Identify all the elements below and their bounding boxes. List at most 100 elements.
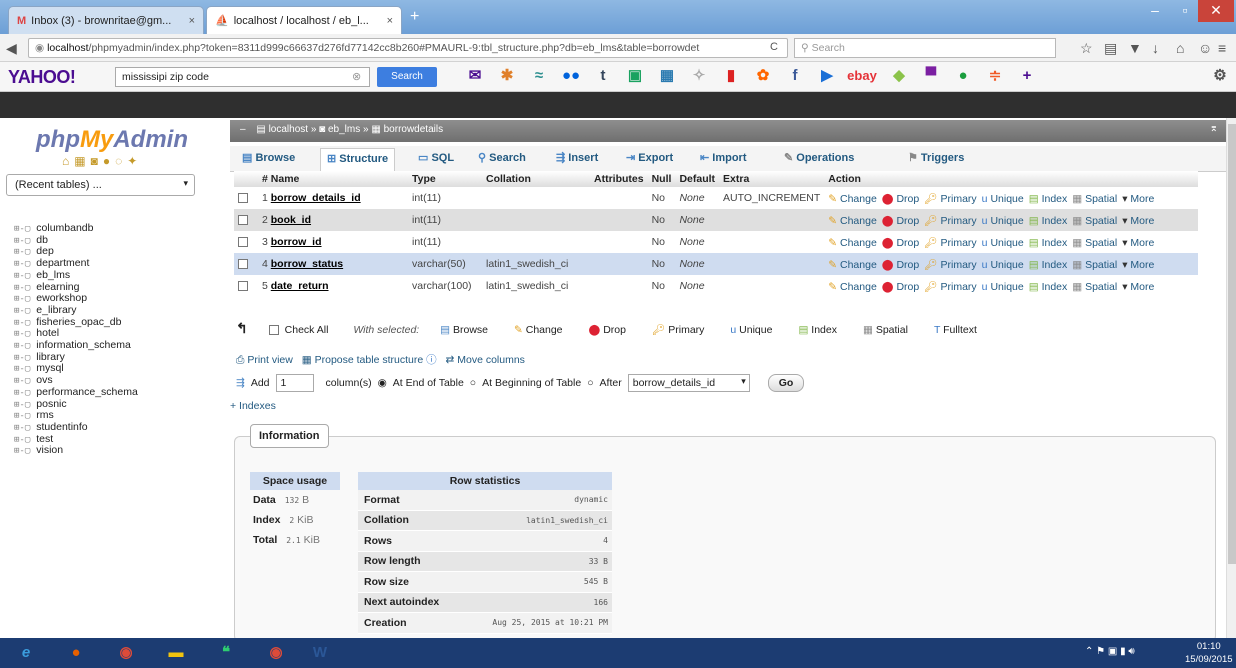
spatial-action[interactable]: ▦ Spatial bbox=[1072, 215, 1117, 227]
row-checkbox[interactable] bbox=[238, 193, 248, 204]
bulk-fulltext-button[interactable]: T Fulltext bbox=[934, 324, 977, 336]
sidebar-db-item[interactable]: ⊞-▢ e_library bbox=[14, 304, 77, 316]
sidebar-db-item[interactable]: ⊞-▢ library bbox=[14, 351, 65, 363]
clock[interactable]: 01:10 15/09/2015 bbox=[1185, 640, 1233, 666]
more-action[interactable]: ▾ More bbox=[1122, 237, 1154, 249]
bulk-drop-button[interactable]: ⬤ Drop bbox=[589, 324, 626, 336]
facebook-icon[interactable]: f bbox=[785, 66, 805, 86]
sidebar-db-item[interactable]: ⊞-▢ eworkshop bbox=[14, 292, 87, 304]
tab-export[interactable]: ⇥ Export bbox=[626, 151, 673, 164]
bulk-change-button[interactable]: ✎ Change bbox=[514, 324, 563, 336]
unique-action[interactable]: u Unique bbox=[982, 259, 1024, 271]
primary-action[interactable]: 🔑︎ Primary bbox=[924, 259, 976, 271]
spatial-action[interactable]: ▦ Spatial bbox=[1072, 237, 1117, 249]
tab-import[interactable]: ⇤ Import bbox=[700, 151, 747, 164]
sidebar-quick-icons[interactable]: ⌂▦◙●◌✦ bbox=[62, 154, 142, 168]
primary-action[interactable]: 🔑︎ Primary bbox=[924, 237, 976, 249]
expand-icon[interactable]: ⊞-▢ bbox=[14, 247, 30, 257]
gear-icon[interactable]: ⚙ bbox=[1210, 66, 1230, 86]
bookmarks-icon[interactable]: ▤ bbox=[1104, 40, 1117, 57]
breadcrumb-server[interactable]: localhost bbox=[269, 124, 308, 135]
radio-end-of-table[interactable]: ◉ bbox=[378, 377, 387, 389]
radio-beginning[interactable]: ○ bbox=[470, 377, 476, 389]
expand-icon[interactable]: ⊞-▢ bbox=[14, 376, 30, 386]
table-row[interactable]: 5 date_return varchar(100) latin1_swedish_… bbox=[234, 275, 1198, 297]
yahoo-search-button[interactable]: Search bbox=[377, 67, 437, 87]
sidebar-db-item[interactable]: ⊞-▢ posnic bbox=[14, 398, 67, 410]
word-icon[interactable]: W bbox=[300, 640, 340, 666]
add-icon[interactable]: + bbox=[1017, 66, 1037, 86]
expand-icon[interactable]: ⊞-▢ bbox=[14, 236, 30, 246]
bulk-index-button[interactable]: ▤ Index bbox=[798, 324, 837, 336]
expand-icon[interactable]: ⊞-▢ bbox=[14, 329, 30, 339]
column-name[interactable]: borrow_details_id bbox=[271, 192, 361, 204]
more-action[interactable]: ▾ More bbox=[1122, 193, 1154, 205]
expand-icon[interactable]: ⊞-▢ bbox=[14, 224, 30, 234]
radio-after[interactable]: ○ bbox=[587, 377, 593, 389]
print-view-link[interactable]: Print view bbox=[247, 354, 293, 366]
more-action[interactable]: ▾ More bbox=[1122, 281, 1154, 293]
spatial-action[interactable]: ▦ Spatial bbox=[1072, 193, 1117, 205]
primary-action[interactable]: 🔑︎ Primary bbox=[924, 215, 976, 227]
tab-phpmyadmin[interactable]: ⛵ localhost / localhost / eb_l... × bbox=[206, 6, 402, 34]
hangouts-icon[interactable]: ❝ bbox=[206, 640, 246, 666]
tab-operations[interactable]: ✎ Operations bbox=[784, 151, 854, 164]
help-icon[interactable]: ⓘ bbox=[426, 354, 439, 366]
breadcrumb-table[interactable]: borrowdetails bbox=[384, 124, 443, 135]
scrollbar-thumb[interactable] bbox=[1228, 124, 1236, 564]
bulk-unique-button[interactable]: u Unique bbox=[730, 324, 772, 336]
sidebar-db-item[interactable]: ⊞-▢ elearning bbox=[14, 281, 79, 293]
unique-action[interactable]: u Unique bbox=[982, 193, 1024, 205]
movies-icon[interactable]: ▀ bbox=[921, 66, 941, 86]
bookmark-icon[interactable]: ▮ bbox=[721, 66, 741, 86]
bulk-browse-button[interactable]: ▤ Browse bbox=[440, 324, 488, 336]
sidebar-db-item[interactable]: ⊞-▢ department bbox=[14, 257, 89, 269]
unique-action[interactable]: u Unique bbox=[982, 281, 1024, 293]
row-checkbox[interactable] bbox=[238, 215, 248, 226]
column-name[interactable]: date_return bbox=[271, 280, 329, 292]
column-count-input[interactable]: 1 bbox=[275, 374, 314, 392]
column-name[interactable]: borrow_id bbox=[271, 236, 322, 248]
index-action[interactable]: ▤ Index bbox=[1029, 193, 1068, 205]
close-tab-icon[interactable]: × bbox=[189, 15, 195, 27]
chrome-app-icon[interactable]: ◉ bbox=[256, 640, 296, 666]
expand-icon[interactable]: ⊞-▢ bbox=[14, 411, 30, 421]
internet-explorer-icon[interactable]: e bbox=[6, 640, 46, 666]
ebay-icon[interactable]: ebay bbox=[845, 66, 879, 86]
sidebar-db-item[interactable]: ⊞-▢ mysql bbox=[14, 362, 64, 374]
weather-icon[interactable]: ✱ bbox=[497, 66, 517, 86]
expand-icon[interactable]: ⊞-▢ bbox=[14, 306, 30, 316]
drop-action[interactable]: ⬤ Drop bbox=[882, 281, 919, 293]
check-all-label[interactable]: Check All bbox=[285, 324, 329, 336]
minimize-icon[interactable]: – bbox=[1140, 0, 1170, 22]
sidebar-db-item[interactable]: ⊞-▢ hotel bbox=[14, 327, 59, 339]
after-column-select[interactable]: borrow_details_id ▾ bbox=[627, 374, 750, 392]
change-action[interactable]: ✎ Change bbox=[828, 237, 877, 249]
drop-action[interactable]: ⬤ Drop bbox=[882, 237, 919, 249]
expand-icon[interactable]: ⊞-▢ bbox=[14, 259, 30, 269]
sidebar-db-item[interactable]: ⊞-▢ performance_schema bbox=[14, 386, 138, 398]
bulk-primary-button[interactable]: 🔑︎ Primary bbox=[652, 324, 704, 336]
reload-icon[interactable]: C bbox=[770, 41, 778, 53]
expand-icon[interactable]: ⊞-▢ bbox=[14, 283, 30, 293]
download-icon[interactable]: ↓ bbox=[1152, 40, 1159, 56]
indexes-link[interactable]: + Indexes bbox=[230, 400, 276, 412]
primary-action[interactable]: 🔑︎ Primary bbox=[924, 193, 976, 205]
unique-action[interactable]: u Unique bbox=[982, 215, 1024, 227]
close-tab-icon[interactable]: × bbox=[387, 15, 393, 27]
sidebar-db-item[interactable]: ⊞-▢ fisheries_opac_db bbox=[14, 316, 122, 328]
clear-icon[interactable]: ⊗ bbox=[352, 70, 361, 83]
unique-action[interactable]: u Unique bbox=[982, 237, 1024, 249]
recent-tables-select[interactable]: (Recent tables) ... ▾ bbox=[6, 174, 195, 196]
more-action[interactable]: ▾ More bbox=[1122, 215, 1154, 227]
table-row[interactable]: 3 borrow_id int(11) No None ✎ Change ⬤ Drop 🔑︎… bbox=[234, 231, 1198, 253]
table-row[interactable]: 4 borrow_status varchar(50) latin1_swedish… bbox=[234, 253, 1198, 275]
drop-action[interactable]: ⬤ Drop bbox=[882, 259, 919, 271]
move-columns-link[interactable]: Move columns bbox=[457, 354, 525, 366]
bookmark-star-icon[interactable]: ☆ bbox=[1080, 40, 1093, 57]
change-action[interactable]: ✎ Change bbox=[828, 193, 877, 205]
collapse-icon[interactable]: – bbox=[240, 124, 246, 135]
url-field[interactable]: ◉ localhost/phpmyadmin/index.php?token=8… bbox=[28, 38, 788, 58]
pocket-icon[interactable]: ▼ bbox=[1128, 40, 1142, 56]
news-icon[interactable]: ▦ bbox=[657, 66, 677, 86]
